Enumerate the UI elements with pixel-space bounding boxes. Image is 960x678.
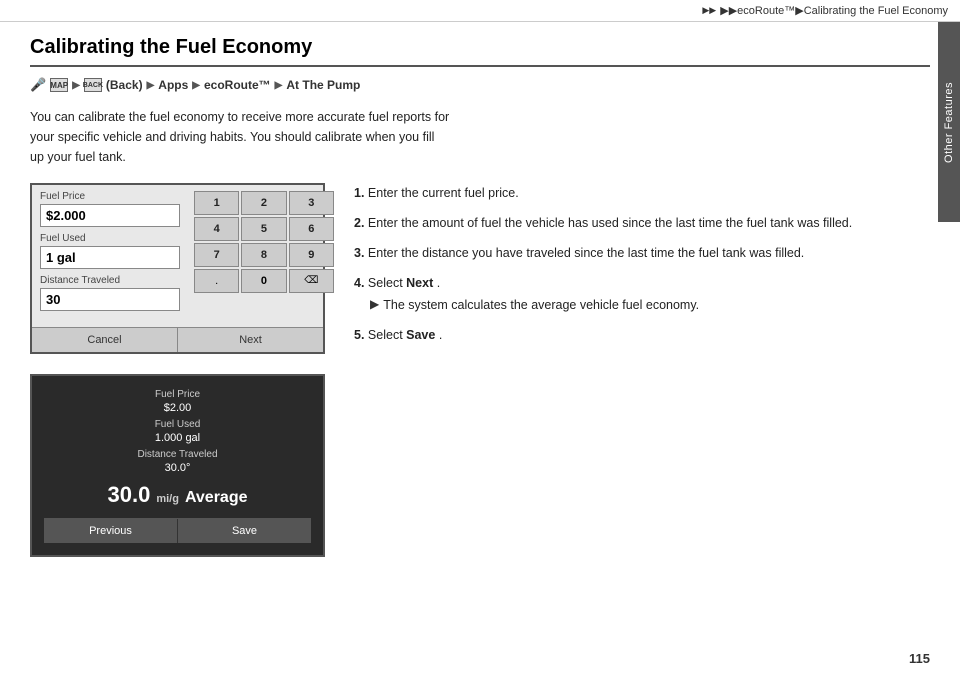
summary-field1-value: $2.00: [44, 402, 311, 414]
key-6[interactable]: 6: [289, 217, 334, 241]
key-3[interactable]: 3: [289, 191, 334, 215]
inst-text-1: Enter the current fuel price.: [368, 186, 519, 200]
instruction-3: 3. Enter the distance you have traveled …: [354, 243, 930, 263]
summary-field2-value: 1.000 gal: [44, 432, 311, 444]
inst-num-4: 4.: [354, 276, 364, 290]
instruction-1: 1. Enter the current fuel price.: [354, 183, 930, 203]
mic-icon: 🎤: [30, 77, 46, 93]
key-dot[interactable]: .: [194, 269, 239, 293]
breadcrumb-text: ▶▶ ▶▶ecoRoute™▶Calibrating the Fuel Econ…: [702, 4, 948, 17]
key-1[interactable]: 1: [194, 191, 239, 215]
main-content: Calibrating the Fuel Economy 🎤 MAP ▶ BAC…: [30, 22, 930, 648]
back-label: (Back): [106, 78, 143, 92]
chapter-tab-label: Other Features: [943, 82, 955, 163]
average-number: 30.0: [107, 482, 150, 508]
inst-sub-4: ▶ The system calculates the average vehi…: [354, 295, 930, 315]
cancel-button[interactable]: Cancel: [32, 328, 178, 352]
key-4[interactable]: 4: [194, 217, 239, 241]
header-breadcrumb: ▶▶ ▶▶ecoRoute™▶Calibrating the Fuel Econ…: [0, 0, 960, 22]
key-2[interactable]: 2: [241, 191, 286, 215]
key-8[interactable]: 8: [241, 243, 286, 267]
field1-input[interactable]: $2.000: [40, 204, 180, 227]
previous-button[interactable]: Previous: [44, 519, 178, 543]
inst-text-5a: Select: [368, 328, 406, 342]
instruction-2: 2. Enter the amount of fuel the vehicle …: [354, 213, 930, 233]
map-icon: MAP: [50, 78, 68, 92]
nav-atpump: At The Pump: [286, 78, 360, 92]
field2-input[interactable]: 1 gal: [40, 246, 180, 269]
save-button[interactable]: Save: [178, 519, 311, 543]
inst-num-2: 2.: [354, 216, 364, 230]
nav-arrow-3: ▶: [192, 80, 200, 91]
summary-field2-label: Fuel Used: [44, 418, 311, 432]
next-button[interactable]: Next: [178, 328, 323, 352]
nav-ecoroute: ecoRoute™: [204, 78, 271, 92]
inst-text-3: Enter the distance you have traveled sin…: [368, 246, 804, 260]
inst-num-3: 3.: [354, 246, 364, 260]
inst-num-5: 5.: [354, 328, 364, 342]
screen1-buttons: Cancel Next: [32, 327, 323, 352]
inst-text-4b: .: [437, 276, 440, 290]
nav-row: 🎤 MAP ▶ BACK (Back) ▶ Apps ▶ ecoRoute™ ▶…: [30, 77, 930, 93]
left-column: Fuel Price $2.000 Fuel Used 1 gal Distan…: [30, 183, 330, 557]
inst-save-bold: Save: [406, 328, 435, 342]
nav-apps: Apps: [158, 78, 188, 92]
summary-field3-value: 30.0°: [44, 462, 311, 474]
keypad-container: 1 2 3 4 5 6 7 8 9 . 0: [194, 185, 340, 299]
form-fields: Fuel Price $2.000 Fuel Used 1 gal Distan…: [32, 185, 188, 323]
inst-sub-text-4: The system calculates the average vehicl…: [383, 295, 699, 315]
nav-arrow-1: ▶: [72, 80, 80, 91]
chapter-tab: Other Features: [938, 22, 960, 222]
key-backspace[interactable]: ⌫: [289, 269, 334, 293]
inst-text-5b: .: [439, 328, 442, 342]
page-title: Calibrating the Fuel Economy: [30, 36, 930, 67]
keypad-bottom-row: . 0 ⌫: [194, 269, 334, 293]
instruction-4: 4. Select Next . ▶ The system calculates…: [354, 273, 930, 315]
triangle-icon: ▶▶: [702, 5, 716, 16]
key-5[interactable]: 5: [241, 217, 286, 241]
screen-input-mockup: Fuel Price $2.000 Fuel Used 1 gal Distan…: [30, 183, 325, 354]
nav-arrow-2: ▶: [147, 80, 155, 91]
summary-buttons: Previous Save: [44, 518, 311, 543]
two-col-layout: Fuel Price $2.000 Fuel Used 1 gal Distan…: [30, 183, 930, 557]
field3-label: Distance Traveled: [40, 275, 180, 286]
screen-summary-mockup: Fuel Price $2.00 Fuel Used 1.000 gal Dis…: [30, 374, 325, 557]
average-unit: mi/g: [156, 493, 179, 505]
key-zero[interactable]: 0: [241, 269, 286, 293]
inst-next-bold: Next: [406, 276, 433, 290]
breadcrumb-ecoroute: ▶▶ecoRoute™▶Calibrating the Fuel Economy: [720, 4, 948, 17]
description-text: You can calibrate the fuel economy to re…: [30, 107, 450, 167]
nav-arrow-4: ▶: [275, 80, 283, 91]
keypad-grid: 1 2 3 4 5 6 7 8 9: [194, 191, 334, 267]
instruction-5: 5. Select Save .: [354, 325, 930, 345]
back-icon: BACK: [84, 78, 102, 92]
summary-average-value: 30.0 mi/g Average: [44, 482, 311, 508]
average-label: Average: [185, 489, 248, 507]
instructions-list: 1. Enter the current fuel price. 2. Ente…: [354, 183, 930, 345]
right-column: 1. Enter the current fuel price. 2. Ente…: [354, 183, 930, 557]
inst-text-2: Enter the amount of fuel the vehicle has…: [368, 216, 852, 230]
page-number: 115: [909, 651, 930, 666]
inst-num-1: 1.: [354, 186, 364, 200]
field3-input[interactable]: 30: [40, 288, 180, 311]
field2-label: Fuel Used: [40, 233, 180, 244]
summary-field3-label: Distance Traveled: [44, 448, 311, 462]
inst-text-4a: Select: [368, 276, 406, 290]
summary-field1-label: Fuel Price: [44, 388, 311, 402]
key-9[interactable]: 9: [289, 243, 334, 267]
arrow-right-icon: ▶: [370, 295, 379, 314]
keypad-section: Fuel Price $2.000 Fuel Used 1 gal Distan…: [32, 185, 323, 323]
key-7[interactable]: 7: [194, 243, 239, 267]
field1-label: Fuel Price: [40, 191, 180, 202]
